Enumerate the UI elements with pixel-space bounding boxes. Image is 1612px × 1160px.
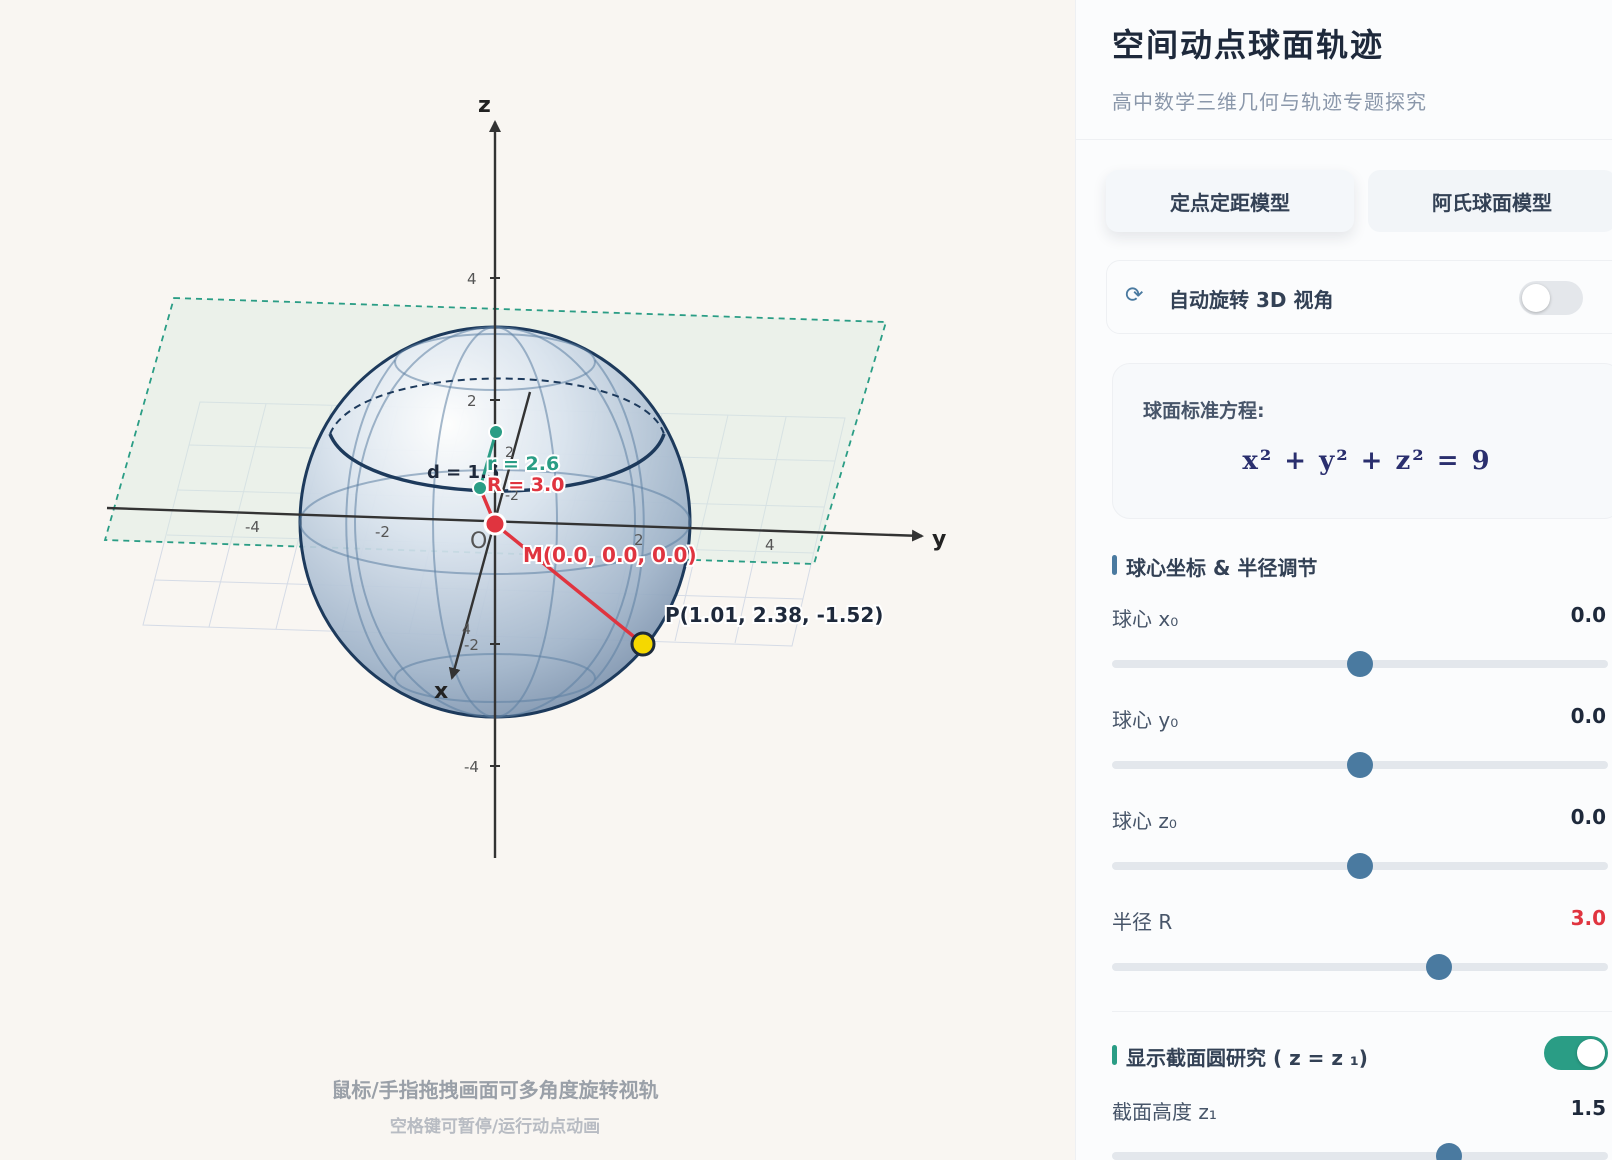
point-label: P(1.01, 2.38, -1.52) [665,603,883,627]
param-value-z1: 1.5 [1570,1096,1606,1120]
param-label-radius: 半径 R [1112,910,1173,934]
y-tick-label: -4 [245,518,260,536]
center-section-title-text: 球心坐标 & 半径调节 [1126,556,1318,580]
slider-thumb-radius[interactable] [1426,954,1453,980]
auto-rotate-label: 自动旋转 3D 视角 [1169,288,1334,312]
auto-rotate-toggle[interactable] [1519,281,1583,315]
section-accent-bar [1112,1045,1117,1065]
param-value-z0: 0.0 [1570,805,1606,829]
tab-fixed-distance-model[interactable]: 定点定距模型 [1106,170,1354,232]
slider-thumb-x0[interactable] [1347,651,1373,677]
x-axis-label: x [434,679,448,704]
tab-apollonius-sphere-model[interactable]: 阿氏球面模型 [1368,170,1612,232]
y-axis-label: y [932,527,946,552]
model-tabs: 定点定距模型 阿氏球面模型 [1106,170,1612,232]
param-label-z1: 截面高度 z₁ [1112,1100,1217,1124]
param-value-y0: 0.0 [1570,704,1606,728]
origin-label: O [470,529,487,554]
z-tick-label: 2 [467,392,477,410]
y-tick-label: 4 [765,536,775,554]
param-label-y0: 球心 y₀ [1112,708,1179,732]
sphere-center-point [483,512,507,536]
param-value-radius: 3.0 [1570,906,1606,930]
y-tick-label: -2 [375,523,390,541]
z-axis-label: z [478,93,491,118]
space-hint: 空格键可暂停/运行动点动画 [389,1117,601,1137]
app-title: 空间动点球面轨迹 [1112,26,1385,64]
moving-point[interactable] [630,631,656,657]
z-tick-label: -2 [464,636,479,654]
center-label: M(0.0, 0.0, 0.0) [523,543,697,567]
cross-section-toggle[interactable] [1544,1036,1608,1070]
slider-x0[interactable] [1112,651,1608,677]
panel-header: 空间动点球面轨迹 高中数学三维几何与轨迹专题探究 [1076,0,1612,140]
param-value-x0: 0.0 [1570,603,1606,627]
sphere-scene[interactable]: z y x O 4 2 -2 -4 -4 -2 2 4 2 -2 4 d = 1… [0,0,1075,1160]
rotate-icon: ⟳ [1125,283,1144,308]
z-tick-label: 4 [467,270,477,288]
auto-rotate-row[interactable]: ⟳ 自动旋转 3D 视角 [1106,260,1612,334]
section-edge-point [472,480,488,496]
slider-y0[interactable] [1112,752,1608,778]
cross-section-title: 显示截面圆研究 ( z = z ₁) [1112,1042,1368,1071]
cross-section-title-text: 显示截面圆研究 ( z = z ₁) [1126,1046,1368,1070]
slider-radius[interactable] [1112,954,1608,980]
toggle-knob [1577,1039,1605,1067]
slider-thumb-z1[interactable] [1436,1143,1463,1160]
slider-thumb-y0[interactable] [1347,752,1373,778]
drag-hint: 鼠标/手指拖拽画面可多角度旋转视轨 [331,1078,659,1102]
3d-viewport[interactable]: z y x O 4 2 -2 -4 -4 -2 2 4 2 -2 4 d = 1… [0,0,1075,1160]
section-center-point [488,424,504,440]
center-section-title: 球心坐标 & 半径调节 [1112,552,1317,581]
equation-card: 球面标准方程: x² + y² + z² = 9 [1112,363,1612,519]
small-radius-label: r = 2.6 [487,453,559,475]
app-subtitle: 高中数学三维几何与轨迹专题探究 [1112,90,1427,114]
slider-z1[interactable] [1112,1143,1608,1160]
sphere-equation: x² + y² + z² = 9 [1242,446,1492,476]
control-panel: 空间动点球面轨迹 高中数学三维几何与轨迹专题探究 定点定距模型 阿氏球面模型 ⟳… [1075,0,1612,1160]
slider-z0[interactable] [1112,853,1608,879]
section-divider [1112,1011,1612,1012]
param-label-z0: 球心 z₀ [1112,809,1177,833]
x-tick-label: 4 [462,622,471,638]
big-radius-label: R = 3.0 [487,474,564,496]
slider-thumb-z0[interactable] [1347,853,1373,879]
section-accent-bar [1112,555,1117,575]
equation-label: 球面标准方程: [1143,400,1265,422]
z-tick-label: -4 [464,758,479,776]
param-label-x0: 球心 x₀ [1112,607,1179,631]
toggle-knob [1522,284,1550,312]
